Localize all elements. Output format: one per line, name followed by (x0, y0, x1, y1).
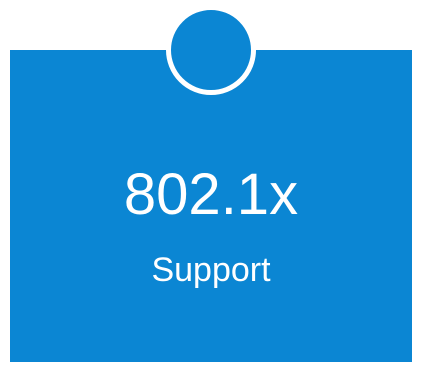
feature-tile: 802.1x Support (0, 0, 422, 375)
feature-title: 802.1x (123, 162, 299, 227)
feature-subtitle: Support (151, 251, 271, 289)
circle-badge-icon (166, 5, 256, 95)
